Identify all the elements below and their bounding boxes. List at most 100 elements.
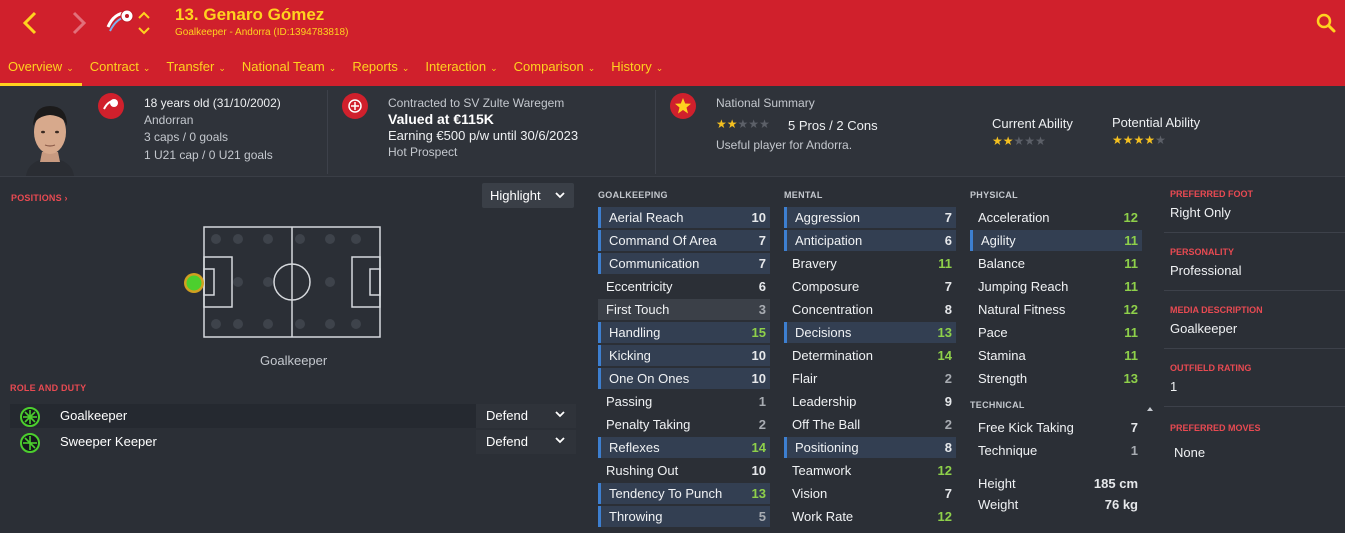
attribute-name: Aerial Reach <box>609 210 684 225</box>
attribute-row[interactable]: Communication 7 <box>598 253 770 274</box>
role-row[interactable]: Sweeper Keeper Defend <box>10 430 576 454</box>
attribute-row[interactable]: Rushing Out 10 <box>598 460 770 481</box>
star-filled-icon: ★ <box>726 117 738 131</box>
tab-contract[interactable]: Contract ⌄ <box>82 56 159 86</box>
attribute-name: First Touch <box>606 302 670 317</box>
highlight-dropdown[interactable]: Highlight <box>482 183 574 208</box>
tab-overview[interactable]: Overview ⌄ <box>0 56 82 86</box>
attribute-row[interactable]: Flair 2 <box>784 368 956 389</box>
pros-cons: 5 Pros / 2 Cons <box>788 118 878 133</box>
attribute-name: Passing <box>606 394 653 409</box>
position-pitch <box>196 226 389 338</box>
attribute-row[interactable]: Leadership 9 <box>784 391 956 412</box>
divider <box>1164 348 1345 349</box>
duty-dropdown[interactable]: Defend <box>476 404 576 428</box>
attribute-row[interactable]: Natural Fitness 12 <box>970 299 1142 320</box>
chevron-down-icon <box>554 188 566 205</box>
attribute-value: 11 <box>1124 279 1138 294</box>
attribute-row[interactable]: Agility 11 <box>970 230 1142 251</box>
attribute-name: Command Of Area <box>609 233 717 248</box>
attribute-name: Leadership <box>792 394 857 409</box>
attribute-name: Kicking <box>609 348 651 363</box>
attribute-value: 3 <box>758 302 766 317</box>
attribute-value: 10 <box>751 348 766 363</box>
divider <box>327 90 328 174</box>
attribute-row[interactable]: Tendency To Punch 13 <box>598 483 770 504</box>
player-subtitle: Goalkeeper - Andorra (ID:1394783818) <box>175 27 349 38</box>
attribute-row[interactable]: Strength 13 <box>970 368 1142 389</box>
tab-transfer[interactable]: Transfer ⌄ <box>158 56 233 86</box>
star-empty-icon: ★ <box>1155 133 1166 147</box>
tab-comparison[interactable]: Comparison ⌄ <box>506 56 604 86</box>
attribute-row[interactable]: Off The Ball 2 <box>784 414 956 435</box>
player-status: Hot Prospect <box>388 145 458 159</box>
tab-history[interactable]: History ⌄ <box>603 56 671 86</box>
role-row[interactable]: Goalkeeper Defend <box>10 404 576 428</box>
attribute-row[interactable]: Acceleration 12 <box>970 207 1142 228</box>
attribute-row[interactable]: Vision 7 <box>784 483 956 504</box>
attribute-row[interactable]: Stamina 11 <box>970 345 1142 366</box>
attribute-row[interactable]: Penalty Taking 2 <box>598 414 770 435</box>
attribute-row[interactable]: Determination 14 <box>784 345 956 366</box>
attribute-row[interactable]: First Touch 3 <box>598 299 770 320</box>
attribute-row[interactable]: Throwing 5 <box>598 506 770 527</box>
collapse-triangle-icon[interactable] <box>1146 401 1154 411</box>
attribute-value: 15 <box>751 325 766 340</box>
tab-reports[interactable]: Reports ⌄ <box>344 56 417 86</box>
attribute-value: 2 <box>758 417 766 432</box>
positions-heading[interactable]: POSITIONS › <box>11 193 68 203</box>
player-title: 13. Genaro Gómez <box>175 5 325 24</box>
club-icon <box>98 93 124 119</box>
attribute-value: 7 <box>758 233 766 248</box>
attribute-row[interactable]: Aerial Reach 10 <box>598 207 770 228</box>
attribute-row[interactable]: Composure 7 <box>784 276 956 297</box>
attribute-name: Tendency To Punch <box>609 486 723 501</box>
club-switch-chevron-icon[interactable] <box>137 9 151 37</box>
attribute-row[interactable]: One On Ones 10 <box>598 368 770 389</box>
attribute-value: 7 <box>944 210 952 225</box>
attribute-row[interactable]: Bravery 11 <box>784 253 956 274</box>
potential-ability-stars: ★★★★★ <box>1112 133 1166 147</box>
attribute-row[interactable]: Work Rate 12 <box>784 506 956 527</box>
attribute-value: 2 <box>944 371 952 386</box>
club-badge-icon[interactable] <box>104 7 136 39</box>
attribute-value: 6 <box>944 233 952 248</box>
player-value: Valued at €115K <box>388 111 494 127</box>
tab-interaction[interactable]: Interaction ⌄ <box>417 56 505 86</box>
attribute-row[interactable]: Free Kick Taking 7 <box>970 417 1142 438</box>
attribute-row[interactable]: Reflexes 14 <box>598 437 770 458</box>
tab-national-team[interactable]: National Team ⌄ <box>234 56 344 86</box>
goalkeeper-position-marker <box>184 273 204 293</box>
outfield-rating-value: 1 <box>1170 379 1178 394</box>
forward-arrow-icon[interactable] <box>64 8 94 38</box>
attribute-row[interactable]: Passing 1 <box>598 391 770 412</box>
attribute-row[interactable]: Pace 11 <box>970 322 1142 343</box>
attribute-row[interactable]: Jumping Reach 11 <box>970 276 1142 297</box>
attribute-value: 6 <box>758 279 766 294</box>
attribute-row[interactable]: Teamwork 12 <box>784 460 956 481</box>
attribute-row[interactable]: Balance 11 <box>970 253 1142 274</box>
attribute-value: 11 <box>1124 325 1138 340</box>
star-empty-icon: ★ <box>759 117 770 131</box>
duty-dropdown[interactable]: Defend <box>476 430 576 454</box>
role-name: Goalkeeper <box>60 408 128 423</box>
attribute-name: Bravery <box>792 256 837 271</box>
attribute-row[interactable]: Eccentricity 6 <box>598 276 770 297</box>
divider <box>1164 406 1345 407</box>
attribute-row[interactable]: Handling 15 <box>598 322 770 343</box>
attribute-name: Eccentricity <box>606 279 673 294</box>
attribute-row[interactable]: Anticipation 6 <box>784 230 956 251</box>
attribute-row[interactable]: Decisions 13 <box>784 322 956 343</box>
attribute-value: 1 <box>1130 443 1138 458</box>
attribute-row[interactable]: Concentration 8 <box>784 299 956 320</box>
attribute-row[interactable]: Command Of Area 7 <box>598 230 770 251</box>
attribute-value: 13 <box>937 325 952 340</box>
attribute-value: 7 <box>758 256 766 271</box>
attribute-row[interactable]: Kicking 10 <box>598 345 770 366</box>
search-icon[interactable] <box>1315 12 1337 34</box>
attribute-row[interactable]: Positioning 8 <box>784 437 956 458</box>
attribute-row[interactable]: Aggression 7 <box>784 207 956 228</box>
attribute-name: Handling <box>609 325 661 340</box>
attribute-row[interactable]: Technique 1 <box>970 440 1142 461</box>
back-arrow-icon[interactable] <box>15 8 45 38</box>
